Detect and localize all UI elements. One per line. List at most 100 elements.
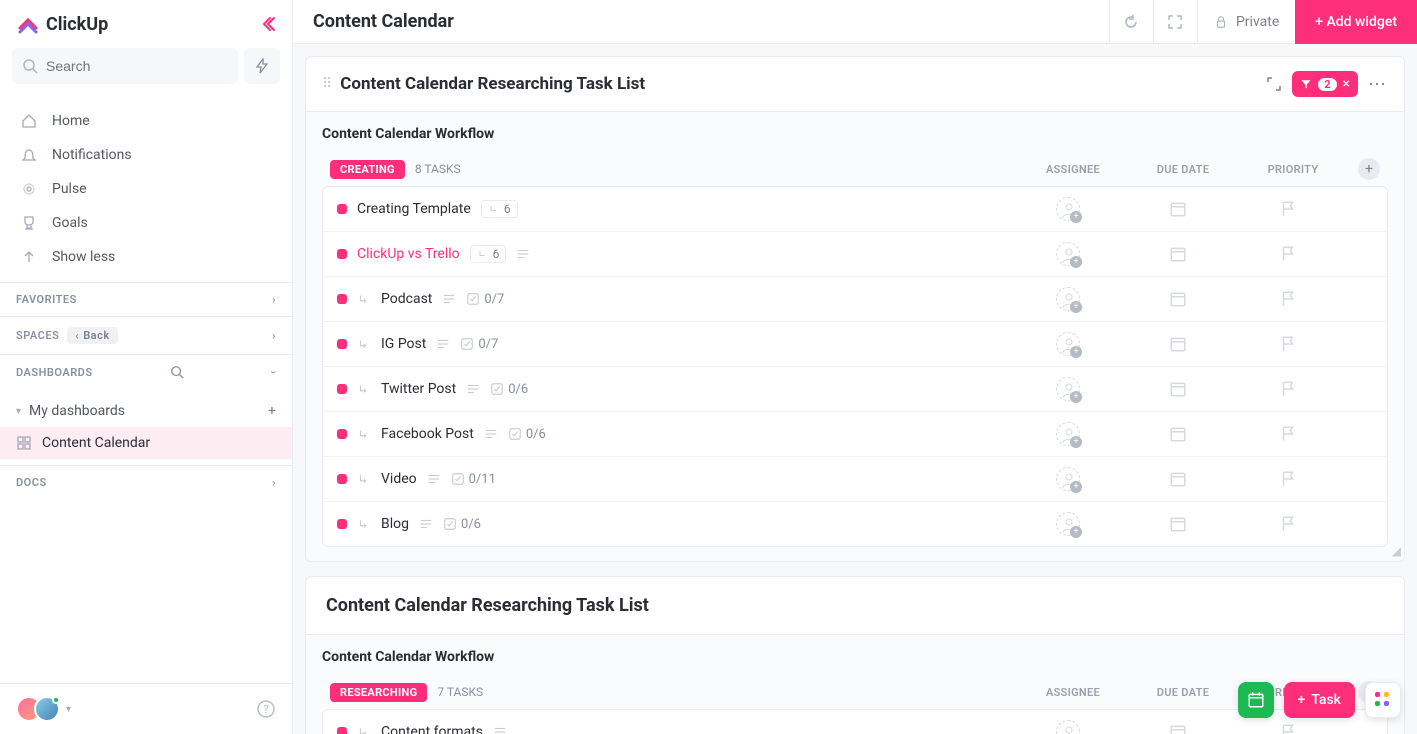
checklist-badge[interactable]: 0/6 (443, 517, 481, 532)
dashboards-section[interactable]: DASHBOARDS › (0, 354, 292, 389)
back-pill[interactable]: ‹Back (67, 327, 117, 344)
priority-cell[interactable] (1233, 200, 1343, 218)
task-row[interactable]: Facebook Post0/6 + (323, 412, 1387, 457)
apps-button[interactable] (1365, 682, 1401, 718)
quick-action-button[interactable] (244, 48, 280, 84)
col-assignee[interactable]: ASSIGNEE (1018, 163, 1128, 176)
dashboard-item-content-calendar[interactable]: Content Calendar (0, 427, 292, 459)
nav-pulse[interactable]: Pulse (0, 172, 292, 206)
priority-cell[interactable] (1233, 723, 1343, 734)
due-date-cell[interactable] (1123, 470, 1233, 488)
status-dot[interactable] (337, 429, 347, 439)
status-dot[interactable] (337, 204, 347, 214)
search-input[interactable] (46, 58, 228, 74)
assignee-cell[interactable]: + (1013, 197, 1123, 221)
col-priority[interactable]: PRIORITY (1238, 163, 1348, 176)
nav-show-less[interactable]: Show less (0, 240, 292, 274)
priority-cell[interactable] (1233, 380, 1343, 398)
collapse-sidebar-button[interactable] (260, 16, 276, 32)
due-date-cell[interactable] (1123, 200, 1233, 218)
priority-cell[interactable] (1233, 425, 1343, 443)
priority-cell[interactable] (1233, 245, 1343, 263)
subtask-badge[interactable]: 6 (470, 245, 507, 263)
add-column-button[interactable]: + (1358, 158, 1380, 180)
nav-goals[interactable]: Goals (0, 206, 292, 240)
search-icon[interactable] (170, 365, 184, 379)
due-date-cell[interactable] (1123, 335, 1233, 353)
nav-notifications[interactable]: Notifications (0, 138, 292, 172)
priority-cell[interactable] (1233, 335, 1343, 353)
assignee-cell[interactable]: + (1013, 242, 1123, 266)
due-date-cell[interactable] (1123, 723, 1233, 734)
task-row[interactable]: Blog0/6 + (323, 502, 1387, 546)
avatar-stack[interactable] (16, 696, 60, 722)
task-row[interactable]: Creating Template6 + (323, 187, 1387, 232)
due-date-cell[interactable] (1123, 245, 1233, 263)
status-dot[interactable] (337, 474, 347, 484)
task-row[interactable]: ClickUp vs Trello6 + (323, 232, 1387, 277)
new-task-button[interactable]: + Task (1284, 682, 1355, 718)
checklist-badge[interactable]: 0/7 (460, 337, 498, 352)
assignee-cell[interactable]: + (1013, 467, 1123, 491)
checklist-badge[interactable]: 0/11 (451, 472, 496, 487)
assignee-cell[interactable]: + (1013, 720, 1123, 734)
status-dot[interactable] (337, 294, 347, 304)
status-dot[interactable] (337, 519, 347, 529)
close-filter-icon[interactable]: × (1343, 76, 1350, 92)
checklist-badge[interactable]: 0/6 (490, 382, 528, 397)
favorites-section[interactable]: FAVORITES › (0, 282, 292, 316)
docs-section[interactable]: DOCS › (0, 465, 292, 499)
spaces-section[interactable]: SPACES ‹Back › (0, 316, 292, 354)
calendar-button[interactable] (1238, 682, 1274, 718)
search-box[interactable] (12, 48, 238, 84)
due-date-cell[interactable] (1123, 425, 1233, 443)
resize-handle-icon[interactable]: ◢ (1392, 544, 1401, 558)
task-row[interactable]: Twitter Post0/6 + (323, 367, 1387, 412)
status-dot[interactable] (337, 384, 347, 394)
task-columns: + (1013, 242, 1373, 266)
chevron-down-icon[interactable]: ▾ (66, 704, 71, 715)
help-icon[interactable]: ? (256, 699, 276, 719)
priority-cell[interactable] (1233, 290, 1343, 308)
status-pill[interactable]: CREATING (330, 160, 405, 179)
task-row[interactable]: Content formats + (323, 710, 1387, 734)
widget-header: Content Calendar Researching Task List (306, 577, 1404, 634)
col-due-date[interactable]: DUE DATE (1128, 686, 1238, 699)
more-button[interactable]: ⋯ (1368, 74, 1388, 95)
sidebar-footer: ▾ ? (0, 683, 292, 734)
subtask-badge[interactable]: 6 (481, 200, 518, 218)
assignee-cell[interactable]: + (1013, 422, 1123, 446)
assignee-cell[interactable]: + (1013, 512, 1123, 536)
task-row[interactable]: Video0/11 + (323, 457, 1387, 502)
due-date-cell[interactable] (1123, 515, 1233, 533)
assignee-cell[interactable]: + (1013, 287, 1123, 311)
col-assignee[interactable]: ASSIGNEE (1018, 686, 1128, 699)
assign-icon: + (1056, 287, 1080, 311)
private-button[interactable]: Private (1197, 0, 1295, 44)
col-due-date[interactable]: DUE DATE (1128, 163, 1238, 176)
priority-cell[interactable] (1233, 470, 1343, 488)
assignee-cell[interactable]: + (1013, 332, 1123, 356)
assignee-cell[interactable]: + (1013, 377, 1123, 401)
logo[interactable]: ClickUp (16, 12, 108, 36)
add-widget-button[interactable]: + Add widget (1295, 0, 1417, 44)
checklist-badge[interactable]: 0/6 (508, 427, 546, 442)
add-dashboard-button[interactable]: + (268, 403, 276, 419)
my-dashboards-row[interactable]: ▾ My dashboards + (0, 395, 292, 427)
refresh-button[interactable] (1109, 0, 1153, 44)
status-dot[interactable] (337, 339, 347, 349)
task-row[interactable]: IG Post0/7 + (323, 322, 1387, 367)
drag-handle-icon[interactable]: ⠿ (322, 76, 332, 92)
status-dot[interactable] (337, 249, 347, 259)
filter-pill[interactable]: 2 × (1292, 71, 1358, 97)
task-row[interactable]: Podcast0/7 + (323, 277, 1387, 322)
checklist-badge[interactable]: 0/7 (466, 292, 504, 307)
status-pill[interactable]: RESEARCHING (330, 683, 427, 702)
status-dot[interactable] (337, 727, 347, 734)
due-date-cell[interactable] (1123, 290, 1233, 308)
due-date-cell[interactable] (1123, 380, 1233, 398)
fullscreen-button[interactable] (1153, 0, 1197, 44)
expand-widget-button[interactable] (1266, 76, 1282, 92)
nav-home[interactable]: Home (0, 104, 292, 138)
priority-cell[interactable] (1233, 515, 1343, 533)
